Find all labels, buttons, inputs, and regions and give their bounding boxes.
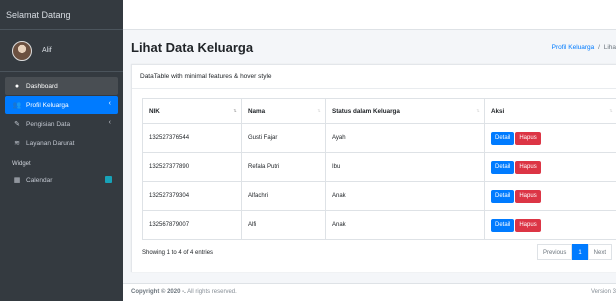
sidebar-nav: ● Dashboard 👥 Profil Keluarga ‹ ✎ Pengis… [0,72,123,189]
detail-button[interactable]: Detail [491,218,515,232]
cell-nik: 132527377890 [142,152,242,182]
cell-status: Anak [325,181,485,211]
wifi-icon: ≋ [14,140,20,147]
cell-aksi: Detail Hapus [484,181,616,211]
sidebar-item-label: Dashboard [26,82,58,90]
footer-version: Version 3 [590,289,616,295]
cell-nama: Refala Putri [241,152,326,182]
table-header-row: NIK ↑↓ Nama ↑↓ Status dalam Keluarga ↑↓ … [142,98,616,124]
sidebar-item-profil-keluarga[interactable]: 👥 Profil Keluarga ‹ [5,96,118,114]
sidebar-item-label: Layanan Darurat [26,139,75,147]
calendar-badge [105,176,112,183]
cell-status: Ayah [325,123,485,153]
cell-nik: 132527379304 [142,181,242,211]
table-row: 132527376544 Gusti Fajar Ayah Detail Hapu… [142,123,616,153]
sidebar-item-label: Pengisian Data [26,120,71,128]
users-icon: 👥 [12,102,22,109]
table-info: Showing 1 to 4 of 4 entries [142,250,214,256]
footer: Copyright © 2020 -. All rights reserved.… [123,283,616,301]
pagination: Previous 1 Next [536,244,612,260]
pagination-next[interactable]: Next [587,244,612,260]
column-label: Status dalam Keluarga [332,107,400,115]
cell-status: Anak [325,210,485,240]
sort-icon: ↑↓ [476,108,480,114]
dashboard-icon: ● [14,82,20,90]
hapus-button[interactable]: Hapus [515,189,541,203]
column-label: Nama [248,107,266,115]
table-row: 132527377890 Refala Putri Ibu Detail Hapu… [142,152,616,182]
hapus-button[interactable]: Hapus [515,131,541,145]
cell-nik: 132567879007 [142,210,242,240]
sidebar-item-calendar[interactable]: ▦ Calendar [5,171,118,189]
user-panel[interactable]: Alif [0,30,123,72]
cell-nama: Alfi [241,210,326,240]
column-label: Aksi [491,107,505,115]
chevron-left-icon: ‹ [108,119,111,126]
sort-icon: ↑↓ [609,108,613,114]
chevron-left-icon: ‹ [108,100,111,107]
breadcrumb-current: Liha [603,44,616,51]
data-table: NIK ↑↓ Nama ↑↓ Status dalam Keluarga ↑↓ … [142,98,616,240]
edit-icon: ✎ [14,121,20,128]
top-navbar [123,0,616,30]
footer-copyright[interactable]: Copyright © 2020 -. [131,289,186,295]
table-row: 132567879007 Alfi Anak Detail Hapus [142,210,616,240]
column-header-aksi[interactable]: Aksi ↑↓ [484,98,616,124]
data-card: DataTable with minimal features & hover … [131,64,616,272]
sidebar-item-dashboard[interactable]: ● Dashboard [5,77,118,95]
column-header-nama[interactable]: Nama ↑↓ [241,98,326,124]
pagination-page-1[interactable]: 1 [572,244,588,260]
calendar-icon: ▦ [13,177,21,184]
column-header-status[interactable]: Status dalam Keluarga ↑↓ [325,98,485,124]
detail-button[interactable]: Detail [491,160,515,174]
cell-nama: Gusti Fajar [241,123,326,153]
breadcrumb: Profil Keluarga / Liha [552,44,616,51]
sidebar-item-pengisian-data[interactable]: ✎ Pengisian Data ‹ [5,115,118,133]
brand-text[interactable]: Selamat Datang [0,0,123,30]
cell-aksi: Detail Hapus [484,210,616,240]
footer-rights: All rights reserved. [185,289,237,295]
sidebar-item-label: Profil Keluarga [26,101,69,109]
table-row: 132527379304 Alfachri Anak Detail Hapus [142,181,616,211]
cell-status: Ibu [325,152,485,182]
page-title: Lihat Data Keluarga [131,40,254,55]
cell-aksi: Detail Hapus [484,123,616,153]
card-header: DataTable with minimal features & hover … [132,65,616,89]
column-label: NIK [149,107,160,115]
cell-nik: 132527376544 [142,123,242,153]
detail-button[interactable]: Detail [491,189,515,203]
sort-icon: ↑↓ [317,108,321,114]
sort-asc-icon: ↑↓ [233,108,237,114]
nav-section-header: Widget [12,161,31,167]
sidebar-item-layanan-darurat[interactable]: ≋ Layanan Darurat [5,134,118,152]
cell-aksi: Detail Hapus [484,152,616,182]
pagination-previous[interactable]: Previous [536,244,573,260]
breadcrumb-link[interactable]: Profil Keluarga [552,44,595,51]
column-header-nik[interactable]: NIK ↑↓ [142,98,242,124]
hapus-button[interactable]: Hapus [515,160,541,174]
hapus-button[interactable]: Hapus [515,218,541,232]
sidebar: Selamat Datang Alif ● Dashboard 👥 Profil… [0,0,123,301]
sidebar-item-label: Calendar [26,176,53,184]
user-name[interactable]: Alif [42,47,52,54]
breadcrumb-separator: / [598,44,600,51]
cell-nama: Alfachri [241,181,326,211]
detail-button[interactable]: Detail [491,131,515,145]
avatar[interactable] [12,40,32,61]
